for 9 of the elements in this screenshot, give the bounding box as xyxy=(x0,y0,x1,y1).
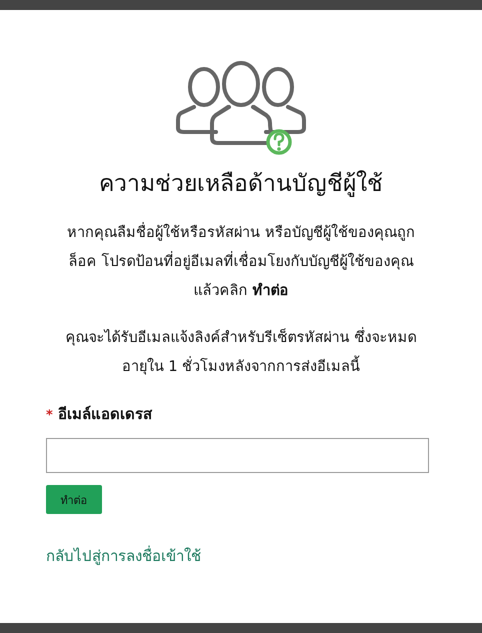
back-to-sign-in-link[interactable]: กลับไปสู่การลงชื่อเข้าใช้ xyxy=(46,544,201,568)
required-mark: * xyxy=(46,408,53,423)
page-title: ความช่วยเหลือด้านบัญชีผู้ใช้ xyxy=(98,169,384,199)
email-field[interactable] xyxy=(46,438,429,473)
field-label: อีเมล์แอดเดรส xyxy=(58,404,152,425)
continue-button[interactable]: ทำต่อ xyxy=(46,485,102,514)
instruction-text: คุณจะได้รับอีเมลแจ้งลิงค์สำหรับรีเซ็ตรหัสผ่าน ซึ่งจะหมดอายุใน 1 ชั่วโมงหลังจากการส่งอีเมลนี้ xyxy=(54,324,428,382)
user-group-icon xyxy=(176,60,306,155)
instruction-text: หากคุณลืมชื่อผู้ใช้หรือรหัสผ่าน หรือบัญชีผู้ใช้ของคุณถูกล็อค โปรดป้อนที่อยู่อีเมลที่เชื่อมโยงกับบัญชีผู้ใช้ของคุณ แล้วคลิก ทำต่อ xyxy=(54,219,428,306)
